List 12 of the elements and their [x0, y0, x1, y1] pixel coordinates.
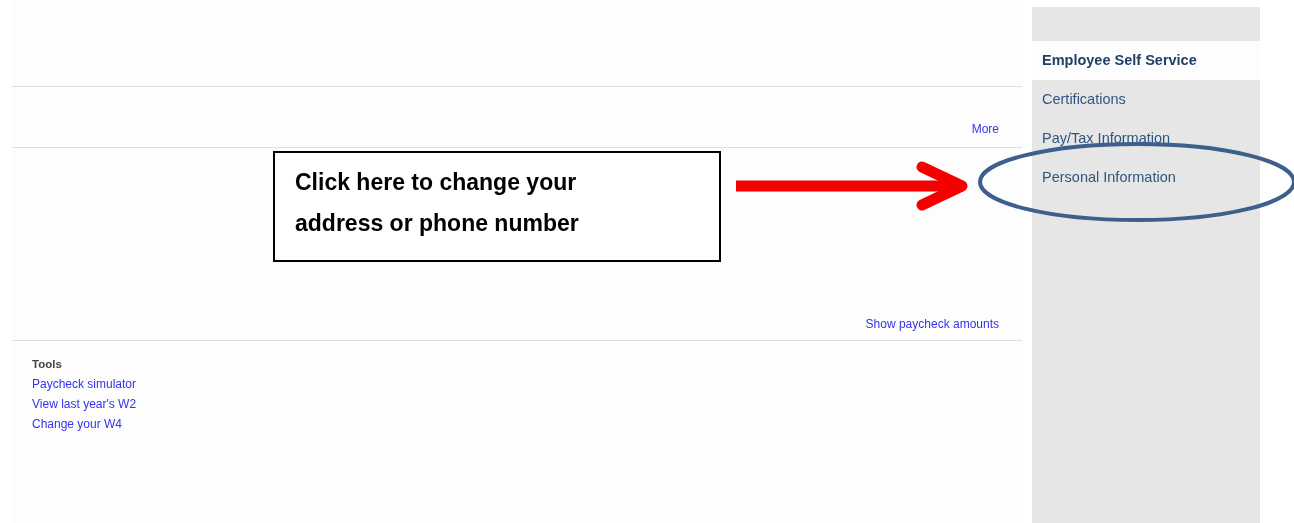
show-paycheck-link[interactable]: Show paycheck amounts	[865, 317, 999, 331]
sidebar-item[interactable]: Personal Information	[1032, 158, 1260, 197]
sidebar-item[interactable]: Pay/Tax Information	[1032, 119, 1260, 158]
arrow-icon	[736, 161, 968, 211]
sidebar-item[interactable]: Certifications	[1032, 80, 1260, 119]
sidebar-item[interactable]: Employee Self Service	[1032, 41, 1260, 80]
more-link[interactable]: More	[971, 122, 999, 136]
tools-heading: Tools	[32, 357, 62, 371]
tool-link[interactable]: Paycheck simulator	[32, 377, 137, 391]
tool-link[interactable]: View last year's W2	[32, 397, 137, 411]
callout-box: Click here to change your address or phone number	[273, 151, 721, 262]
tool-link[interactable]: Change your W4	[32, 417, 123, 431]
